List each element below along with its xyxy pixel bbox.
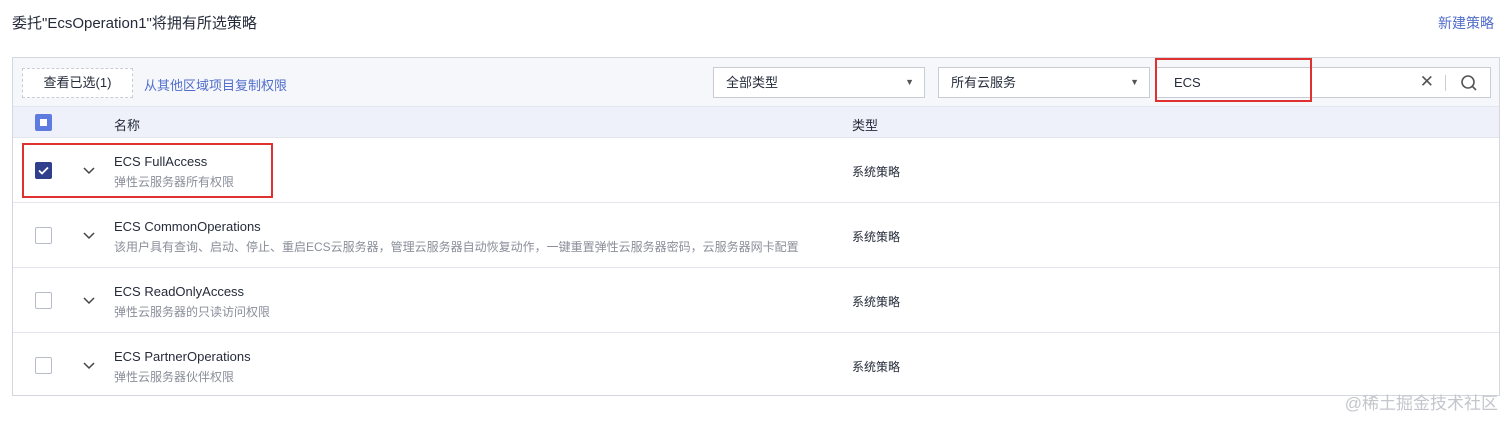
type-filter-select[interactable]: 全部类型 ▼ (713, 67, 925, 98)
policy-type: 系统策略 (852, 295, 901, 309)
view-selected-button[interactable]: 查看已选(1) (22, 68, 133, 98)
chevron-down-icon[interactable] (81, 292, 97, 311)
divider (1445, 75, 1446, 91)
table-row: ECS PartnerOperations 弹性云服务器伙伴权限 系统策略 (13, 332, 1499, 397)
new-policy-link[interactable]: 新建策略 (1438, 13, 1494, 33)
column-name: 名称 (114, 118, 141, 133)
page-title: 委托"EcsOperation1"将拥有所选策略 (12, 15, 257, 32)
type-filter-value: 全部类型 (726, 75, 779, 90)
service-filter-value: 所有云服务 (951, 75, 1017, 90)
policy-type: 系统策略 (852, 165, 901, 179)
policy-type: 系统策略 (852, 360, 901, 374)
copy-permissions-link[interactable]: 从其他区域项目复制权限 (144, 75, 287, 94)
highlight-box (22, 143, 273, 198)
policy-name: ECS CommonOperations (114, 219, 261, 234)
table-row: ECS ReadOnlyAccess 弹性云服务器的只读访问权限 系统策略 (13, 267, 1499, 332)
chevron-down-icon[interactable] (81, 357, 97, 376)
policy-table-panel: 查看已选(1) 从其他区域项目复制权限 全部类型 ▼ 所有云服务 ▼ ECS ✕ 名… (12, 57, 1500, 396)
policy-description: 弹性云服务器伙伴权限 (114, 370, 235, 384)
column-type: 类型 (852, 118, 879, 133)
watermark: @稀土掘金技术社区 (1344, 394, 1498, 413)
policy-name: ECS PartnerOperations (114, 349, 251, 364)
policy-description: 弹性云服务器的只读访问权限 (114, 305, 271, 319)
row-checkbox[interactable] (35, 227, 52, 244)
select-all-checkbox[interactable] (35, 114, 52, 131)
dropdown-arrow-icon: ▼ (1130, 77, 1139, 87)
dropdown-arrow-icon: ▼ (905, 77, 914, 87)
table-header: 名称 类型 (13, 106, 1499, 137)
table-row: ECS CommonOperations 该用户具有查询、启动、停止、重启ECS… (13, 202, 1499, 267)
chevron-down-icon[interactable] (81, 227, 97, 246)
policy-type: 系统策略 (852, 230, 901, 244)
policy-name: ECS ReadOnlyAccess (114, 284, 245, 299)
service-filter-select[interactable]: 所有云服务 ▼ (938, 67, 1150, 98)
highlight-box (1155, 58, 1312, 102)
clear-icon[interactable]: ✕ (1420, 72, 1434, 92)
row-checkbox[interactable] (35, 357, 52, 374)
search-icon[interactable] (1460, 74, 1478, 95)
policy-description: 该用户具有查询、启动、停止、重启ECS云服务器，管理云服务器自动恢复动作，一键重… (114, 240, 799, 254)
row-checkbox[interactable] (35, 292, 52, 309)
